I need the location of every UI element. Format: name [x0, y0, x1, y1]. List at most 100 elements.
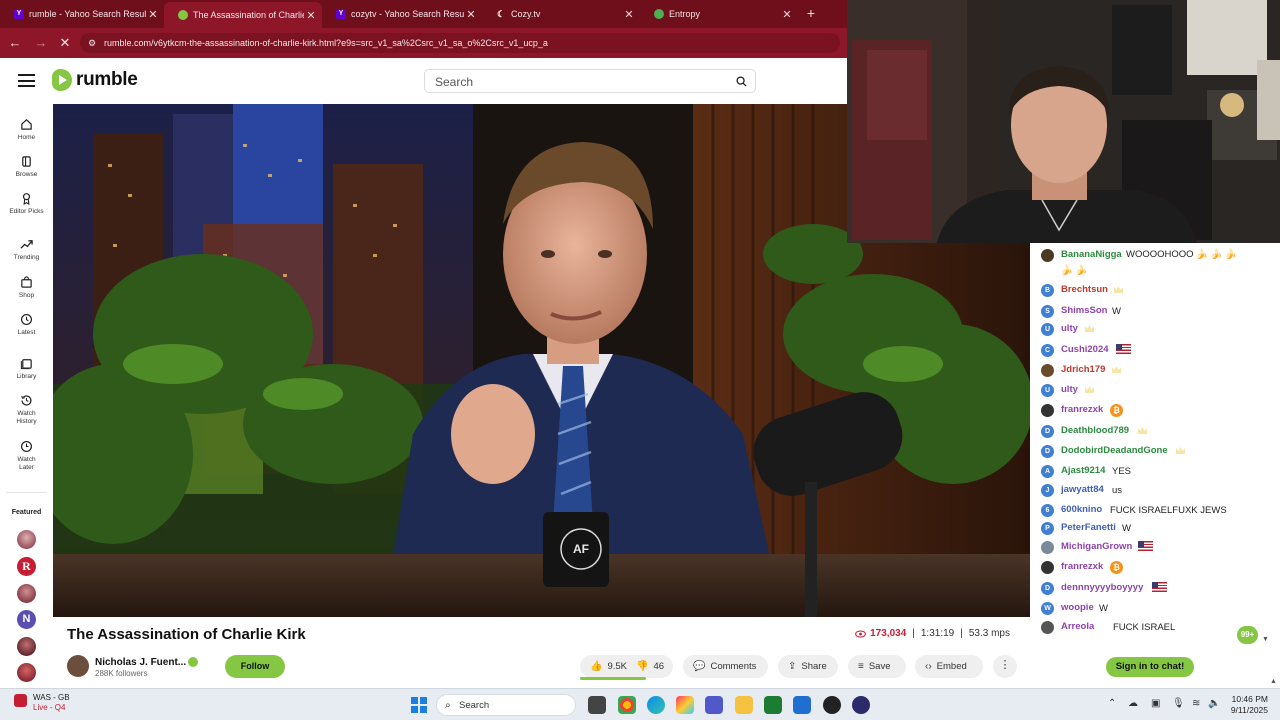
vote-ratio-bar — [580, 677, 646, 680]
sidebar-item-browse[interactable]: Browse — [0, 155, 53, 179]
close-icon[interactable]: ✕ — [304, 9, 318, 22]
chat-username[interactable]: BananaNigga — [1061, 249, 1122, 261]
volume-icon[interactable]: 🔈 — [1208, 698, 1220, 709]
close-icon[interactable]: ✕ — [622, 8, 636, 21]
tab-title: The Assassination of Charlie Kirk — [193, 10, 304, 20]
weather-widget[interactable]: WAS - GB Live - Q4 — [14, 693, 70, 713]
sidebar-item-library[interactable]: Library — [0, 357, 53, 381]
chrome-icon[interactable] — [618, 696, 636, 714]
sidebar-item-label: Browse — [15, 171, 38, 178]
reload-icon[interactable]: ✕ — [56, 34, 74, 52]
chat-username[interactable]: PeterFanetti — [1061, 522, 1116, 534]
tab-cozytv-yahoo[interactable]: Y cozytv - Yahoo Search Results ✕ — [322, 3, 482, 25]
channel-avatar[interactable] — [67, 655, 89, 677]
featured-channel-avatar[interactable] — [17, 530, 36, 549]
chat-username[interactable]: franrezxk — [1061, 561, 1103, 573]
sidebar-item-home[interactable]: Home — [0, 118, 53, 142]
follow-button[interactable]: Follow — [225, 655, 285, 678]
chat-username[interactable]: MichiganGrown — [1061, 541, 1132, 553]
library-icon — [20, 359, 32, 370]
share-button[interactable]: ⇪ Share — [778, 655, 838, 678]
search-input[interactable]: Search — [424, 69, 756, 93]
sidebar-item-watch-later[interactable]: Watch Later — [0, 440, 53, 471]
tab-cozy-tv[interactable]: ☾ Cozy.tv ✕ — [482, 3, 640, 25]
chat-username[interactable]: dennnyyyyboyyyy — [1061, 582, 1143, 594]
unread-messages-badge[interactable]: 99+ — [1237, 626, 1258, 644]
save-button[interactable]: ≡ Save — [848, 655, 906, 678]
back-icon[interactable]: ← — [6, 34, 24, 52]
rumble-logo[interactable]: rumble — [52, 69, 138, 91]
sidebar-item-watch-history[interactable]: Watch History — [0, 394, 53, 425]
teams-icon[interactable] — [705, 696, 723, 714]
app-tray-icon[interactable]: ▣ — [1151, 698, 1160, 709]
chat-username[interactable]: DodobirdDeadandGone — [1061, 445, 1168, 457]
chat-username[interactable]: Brechtsun — [1061, 284, 1108, 296]
tab-entropy[interactable]: Entropy ✕ — [640, 3, 798, 25]
chat-username[interactable]: Jdrich179 — [1061, 364, 1105, 376]
channel-name[interactable]: Nicholas J. Fuent... — [95, 657, 186, 668]
tab-rumble-yahoo[interactable]: Y rumble - Yahoo Search Results ✕ — [0, 3, 164, 25]
microphone-icon[interactable]: 🎙 — [1172, 698, 1185, 709]
video-bitrate: 53.3 mps — [968, 628, 1010, 639]
crown-icon — [1114, 286, 1123, 293]
scrollbar-arrow-icon[interactable]: ▲ — [1270, 678, 1277, 685]
featured-channel-avatar[interactable] — [17, 637, 36, 656]
chat-username[interactable]: franrezxk — [1061, 404, 1103, 416]
tab-assassination-video[interactable]: The Assassination of Charlie Kirk ✕ — [164, 2, 322, 28]
chat-username[interactable]: ulty — [1061, 384, 1078, 396]
file-explorer-icon[interactable] — [735, 696, 753, 714]
store-icon[interactable] — [793, 696, 811, 714]
chat-username[interactable]: Cushi2024 — [1061, 344, 1109, 356]
sidebar-item-shop[interactable]: Shop — [0, 276, 53, 300]
sign-in-to-chat-button[interactable]: Sign in to chat! — [1106, 657, 1194, 677]
featured-channel-avatar[interactable] — [17, 584, 36, 603]
menu-icon[interactable] — [18, 74, 35, 87]
windows-start-icon[interactable] — [411, 697, 427, 713]
chat-username[interactable]: 600knino — [1061, 504, 1102, 516]
chat-text: W — [1122, 523, 1131, 534]
task-view-icon[interactable] — [588, 696, 606, 714]
close-icon[interactable]: ✕ — [780, 8, 794, 21]
sidebar-item-editor-picks[interactable]: Editor Picks — [0, 192, 53, 216]
url-field[interactable]: ⚙ rumble.com/v6ytkcm-the-assassination-o… — [80, 33, 840, 53]
chat-avatar: J — [1041, 484, 1054, 497]
sidebar-item-latest[interactable]: Latest — [0, 313, 53, 337]
chat-username[interactable]: ulty — [1061, 323, 1078, 335]
copilot-icon[interactable] — [676, 696, 694, 714]
chat-username[interactable]: jawyatt84 — [1061, 484, 1104, 496]
thumbs-up-icon[interactable]: 👍 — [590, 661, 602, 672]
edge-icon[interactable] — [647, 696, 665, 714]
new-tab-button[interactable]: + — [802, 4, 820, 22]
dislike-count: 46 — [653, 661, 665, 672]
chat-username[interactable]: Deathblood789 — [1061, 425, 1129, 437]
close-icon[interactable]: ✕ — [464, 8, 478, 21]
sidebar-item-trending[interactable]: Trending — [0, 238, 53, 262]
featured-channel-avatar[interactable] — [17, 663, 36, 682]
thumbs-down-icon[interactable]: 👎 — [636, 661, 648, 672]
obs-icon[interactable] — [823, 696, 841, 714]
chat-avatar: U — [1041, 323, 1054, 336]
chat-username[interactable]: Ajast9214 — [1061, 465, 1105, 477]
embed-button[interactable]: ‹› Embed — [915, 655, 983, 678]
system-clock[interactable]: 10:46 PM 9/11/2025 — [1226, 694, 1268, 716]
xbox-icon[interactable] — [764, 696, 782, 714]
wifi-icon[interactable]: ≋ — [1192, 698, 1200, 709]
crown-icon — [1176, 447, 1185, 454]
streamer-webcam — [847, 0, 1280, 243]
cloud-icon[interactable]: ☁ — [1128, 698, 1138, 709]
show-hidden-icons-icon[interactable]: ⌃ — [1108, 698, 1116, 709]
featured-channel-avatar[interactable]: N — [17, 610, 36, 629]
forward-icon[interactable]: → — [32, 34, 50, 52]
taskbar-search-input[interactable]: ⌕ Search — [436, 694, 576, 716]
chat-username[interactable]: woopie — [1061, 602, 1094, 614]
app-icon[interactable] — [852, 696, 870, 714]
featured-channel-avatar[interactable]: R — [17, 557, 36, 576]
site-info-icon[interactable]: ⚙ — [88, 33, 96, 53]
chat-username[interactable]: ShimsSon — [1061, 305, 1107, 317]
chat-username[interactable]: Arreola — [1061, 621, 1094, 633]
more-options-icon[interactable]: ⋮ — [993, 655, 1017, 678]
chat-scroll-down-icon[interactable]: ▼ — [1262, 636, 1269, 643]
comments-button[interactable]: 💬 Comments — [683, 655, 768, 678]
search-icon[interactable] — [736, 76, 747, 87]
close-icon[interactable]: ✕ — [146, 8, 160, 21]
